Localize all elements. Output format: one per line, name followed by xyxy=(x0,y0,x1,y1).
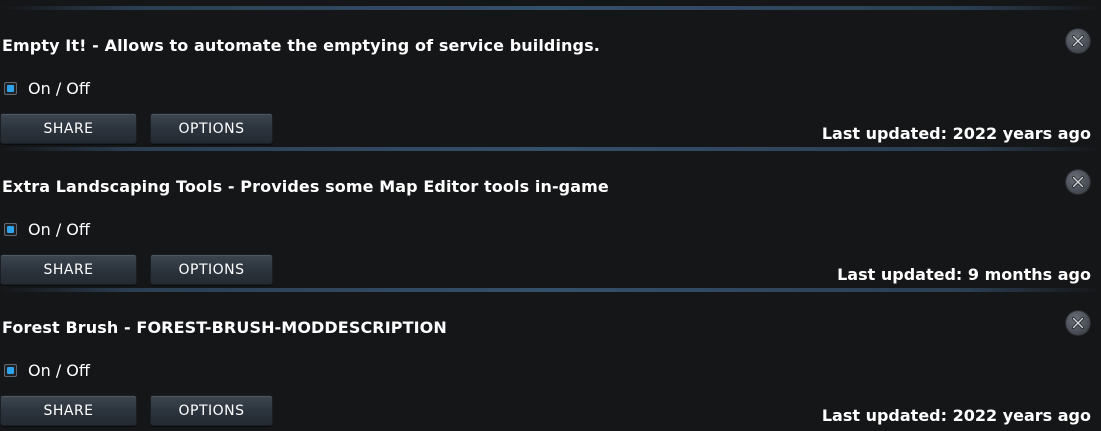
options-button[interactable]: OPTIONS xyxy=(150,395,273,426)
close-icon xyxy=(1072,317,1084,329)
mod-divider xyxy=(0,147,1101,151)
enable-toggle[interactable]: On / Off xyxy=(4,78,90,98)
mod-title: Extra Landscaping Tools - Provides some … xyxy=(2,177,609,196)
enable-toggle[interactable]: On / Off xyxy=(4,360,90,380)
options-button[interactable]: OPTIONS xyxy=(150,113,273,144)
toggle-label: On / Off xyxy=(28,219,90,239)
toggle-label: On / Off xyxy=(28,360,90,380)
mod-title: Empty It! - Allows to automate the empty… xyxy=(2,36,600,55)
checkbox-checked-icon[interactable] xyxy=(4,363,17,377)
unsubscribe-button[interactable] xyxy=(1066,29,1090,53)
last-updated-text: Last updated: 9 months ago xyxy=(837,265,1091,284)
share-button[interactable]: SHARE xyxy=(0,395,137,426)
mod-title: Forest Brush - FOREST-BRUSH-MODDESCRIPTI… xyxy=(2,318,447,337)
close-icon xyxy=(1072,176,1084,188)
options-button[interactable]: OPTIONS xyxy=(150,254,273,285)
mod-list: Empty It! - Allows to automate the empty… xyxy=(0,0,1101,431)
checkbox-checked-icon[interactable] xyxy=(4,81,17,95)
mod-divider xyxy=(0,288,1101,292)
share-button[interactable]: SHARE xyxy=(0,113,137,144)
unsubscribe-button[interactable] xyxy=(1066,311,1090,335)
unsubscribe-button[interactable] xyxy=(1066,170,1090,194)
last-updated-text: Last updated: 2022 years ago xyxy=(821,124,1091,143)
mod-divider xyxy=(0,6,1101,10)
share-button[interactable]: SHARE xyxy=(0,254,137,285)
enable-toggle[interactable]: On / Off xyxy=(4,219,90,239)
mod-entry: Extra Landscaping Tools - Provides some … xyxy=(0,147,1101,289)
close-icon xyxy=(1072,35,1084,47)
checkbox-checked-icon[interactable] xyxy=(4,222,17,236)
last-updated-text: Last updated: 2022 years ago xyxy=(821,406,1091,425)
mod-entry: Empty It! - Allows to automate the empty… xyxy=(0,6,1101,148)
toggle-label: On / Off xyxy=(28,78,90,98)
mod-entry: Forest Brush - FOREST-BRUSH-MODDESCRIPTI… xyxy=(0,288,1101,430)
